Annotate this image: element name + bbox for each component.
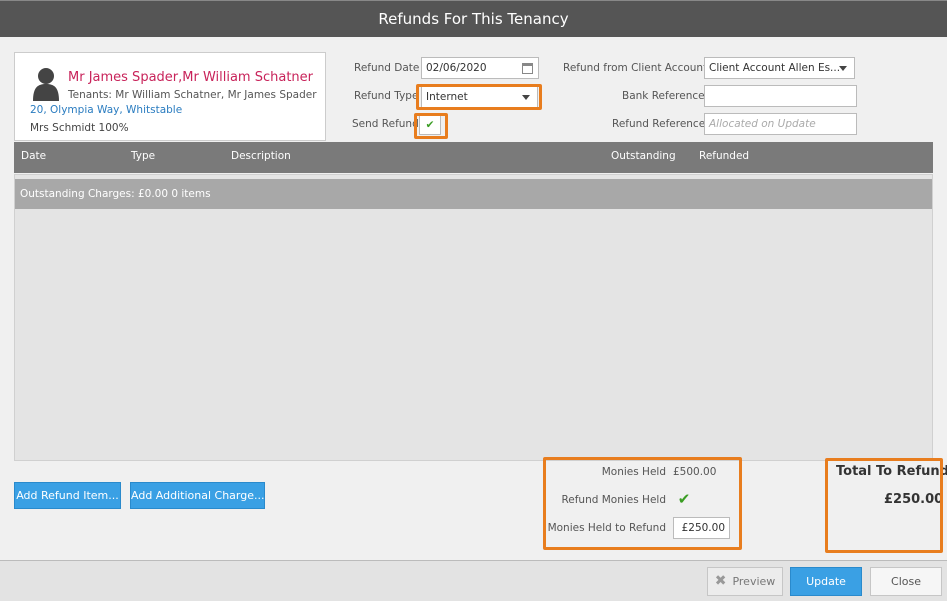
send-refund-label: Send Refund bbox=[352, 118, 419, 130]
bank-reference-input[interactable] bbox=[704, 85, 857, 107]
chevron-down-icon bbox=[839, 66, 847, 71]
property-address-link[interactable]: 20, Olympia Way, Whitstable bbox=[30, 104, 182, 116]
tenant-name: Mr James Spader,Mr William Schatner bbox=[68, 70, 314, 85]
refund-type-label: Refund Type bbox=[354, 90, 419, 102]
refund-date-input[interactable]: 02/06/2020 bbox=[421, 57, 539, 79]
avatar-icon bbox=[33, 68, 59, 101]
bank-reference-label: Bank Reference bbox=[622, 90, 705, 102]
refund-grid-body: Outstanding Charges: £0.00 0 items bbox=[14, 174, 933, 461]
refund-type-highlight bbox=[416, 84, 542, 110]
outstanding-charges-group[interactable]: Outstanding Charges: £0.00 0 items bbox=[15, 179, 932, 209]
tenants-line: Tenants: Mr William Schatner, Mr James S… bbox=[68, 89, 317, 101]
x-icon: ✖ bbox=[714, 573, 727, 589]
column-description[interactable]: Description bbox=[231, 150, 291, 162]
add-refund-item-button[interactable]: Add Refund Item... bbox=[14, 482, 121, 509]
column-date[interactable]: Date bbox=[21, 150, 46, 162]
total-highlight bbox=[825, 458, 943, 553]
refund-from-value: Client Account Allen Es... bbox=[709, 62, 841, 74]
refund-date-value: 02/06/2020 bbox=[426, 62, 487, 74]
column-outstanding[interactable]: Outstanding bbox=[611, 150, 676, 162]
refund-reference-label: Refund Reference bbox=[612, 118, 706, 130]
column-type[interactable]: Type bbox=[131, 150, 155, 162]
refund-from-select[interactable]: Client Account Allen Es... bbox=[704, 57, 855, 79]
add-additional-charge-button[interactable]: Add Additional Charge... bbox=[130, 482, 265, 509]
dialog-footer: ✖ Preview Update Close bbox=[0, 560, 947, 601]
window-title: Refunds For This Tenancy bbox=[0, 0, 947, 37]
refund-from-label: Refund from Client Account bbox=[563, 62, 708, 74]
monies-held-highlight bbox=[543, 457, 742, 550]
preview-label: Preview bbox=[732, 575, 776, 588]
landlord-share: Mrs Schmidt 100% bbox=[30, 122, 129, 134]
refund-date-label: Refund Date bbox=[354, 62, 420, 74]
close-button[interactable]: Close bbox=[870, 567, 942, 596]
update-button[interactable]: Update bbox=[790, 567, 862, 596]
refund-reference-input[interactable]: Allocated on Update bbox=[704, 113, 857, 135]
calendar-icon[interactable] bbox=[522, 63, 533, 74]
send-refund-highlight bbox=[414, 113, 448, 139]
preview-button[interactable]: ✖ Preview bbox=[707, 567, 783, 596]
tenant-card: Mr James Spader,Mr William Schatner Tena… bbox=[14, 52, 326, 141]
column-refunded[interactable]: Refunded bbox=[699, 150, 749, 162]
refund-grid-header: Date Type Description Outstanding Refund… bbox=[14, 142, 933, 173]
